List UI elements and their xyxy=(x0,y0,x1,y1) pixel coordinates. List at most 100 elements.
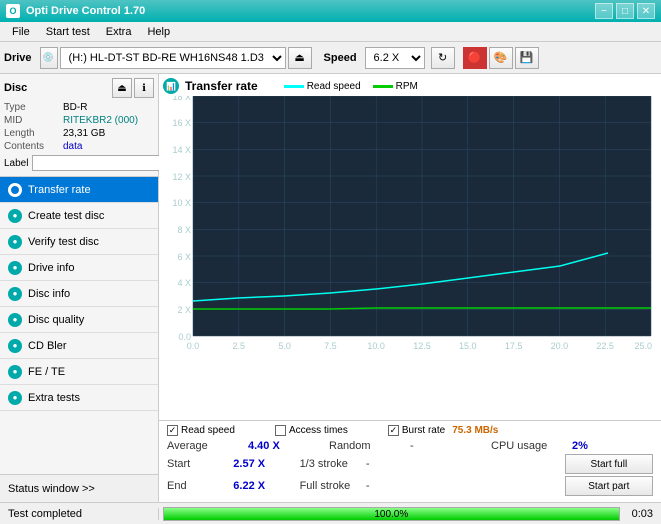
start-full-button[interactable]: Start full xyxy=(565,454,653,474)
disc-section: Disc ⏏ ℹ Type BD-R MID RITEKBR2 (000) xyxy=(0,74,158,177)
minimize-button[interactable]: − xyxy=(595,3,613,19)
read-speed-checkbox[interactable] xyxy=(167,425,178,436)
toolbar: Drive 💿 (H:) HL-DT-ST BD-RE WH16NS48 1.D… xyxy=(0,42,661,74)
disc-type-label: Type xyxy=(4,102,59,113)
nav-extra-tests[interactable]: ● Extra tests xyxy=(0,385,158,411)
stroke13-value: - xyxy=(366,458,432,470)
progress-container: 100.0% xyxy=(159,503,624,524)
nav-create-test-disc-label: Create test disc xyxy=(28,210,104,222)
fe-te-icon: ● xyxy=(8,365,22,379)
rpm-legend-color xyxy=(373,85,393,88)
create-test-disc-icon: ● xyxy=(8,209,22,223)
nav-cd-bler[interactable]: ● CD Bler xyxy=(0,333,158,359)
chart-title-icon: 📊 xyxy=(163,78,179,94)
burst-rate-value: 75.3 MB/s xyxy=(452,425,498,436)
svg-text:16 X: 16 X xyxy=(172,118,191,128)
disc-eject-button[interactable]: ⏏ xyxy=(112,78,132,98)
status-bar: Test completed 100.0% 0:03 xyxy=(0,502,661,524)
svg-text:7.5: 7.5 xyxy=(324,341,337,351)
refresh-button[interactable]: ↻ xyxy=(431,47,455,69)
menu-start-test[interactable]: Start test xyxy=(38,24,98,40)
menu-help[interactable]: Help xyxy=(139,24,178,40)
menu-extra[interactable]: Extra xyxy=(98,24,140,40)
full-stroke-label: Full stroke xyxy=(300,480,366,492)
chart-container: 📊 Transfer rate Read speed RPM xyxy=(159,74,661,420)
chart-legend: Read speed RPM xyxy=(284,81,418,92)
end-label: End xyxy=(167,480,233,492)
nav-fe-te[interactable]: ● FE / TE xyxy=(0,359,158,385)
nav-fe-te-label: FE / TE xyxy=(28,366,65,378)
speed-select[interactable]: 6.2 X xyxy=(365,47,425,69)
drive-info-icon: ● xyxy=(8,261,22,275)
svg-text:14 X: 14 X xyxy=(172,145,191,155)
settings-button[interactable]: 🔴 xyxy=(463,47,487,69)
svg-text:20.0: 20.0 xyxy=(551,341,569,351)
status-window-label: Status window >> xyxy=(8,483,95,495)
status-window-button[interactable]: Status window >> xyxy=(0,474,158,502)
chart-svg: 18 X 16 X 14 X 12 X 10 X 8 X 6 X 4 X 2 X… xyxy=(163,96,653,356)
left-panel: Disc ⏏ ℹ Type BD-R MID RITEKBR2 (000) xyxy=(0,74,159,502)
end-value: 6.22 X xyxy=(233,480,299,492)
svg-text:22.5: 22.5 xyxy=(596,341,614,351)
disc-contents-label: Contents xyxy=(4,141,59,152)
random-value: - xyxy=(410,440,491,452)
start-part-button[interactable]: Start part xyxy=(565,476,653,496)
verify-test-disc-icon: ● xyxy=(8,235,22,249)
stats-row-1: Start 2.57 X 1/3 stroke - Start full xyxy=(167,454,653,474)
disc-info-button[interactable]: ℹ xyxy=(134,78,154,98)
svg-text:6 X: 6 X xyxy=(177,252,191,262)
disc-contents-value: data xyxy=(63,141,82,152)
access-times-checkbox-group: Access times xyxy=(275,425,348,436)
disc-mid-value: RITEKBR2 (000) xyxy=(63,115,138,126)
eject-button[interactable]: ⏏ xyxy=(288,47,312,69)
nav-disc-info-label: Disc info xyxy=(28,288,70,300)
svg-text:2 X: 2 X xyxy=(177,305,191,315)
svg-text:8 X: 8 X xyxy=(177,225,191,235)
nav-verify-test-disc-label: Verify test disc xyxy=(28,236,99,248)
svg-text:12.5: 12.5 xyxy=(413,341,431,351)
burst-rate-checkbox-group: Burst rate 75.3 MB/s xyxy=(388,425,499,436)
stroke13-label: 1/3 stroke xyxy=(300,458,366,470)
theme-button[interactable]: 🎨 xyxy=(489,47,513,69)
speed-label: Speed xyxy=(324,52,357,64)
cd-bler-icon: ● xyxy=(8,339,22,353)
svg-text:25.0 GB: 25.0 GB xyxy=(634,341,653,351)
svg-text:12 X: 12 X xyxy=(172,172,191,182)
nav-create-test-disc[interactable]: ● Create test disc xyxy=(0,203,158,229)
extra-tests-icon: ● xyxy=(8,391,22,405)
disc-label-label: Label xyxy=(4,158,28,169)
drive-select[interactable]: (H:) HL-DT-ST BD-RE WH16NS48 1.D3 xyxy=(60,47,286,69)
stats-area: Read speed Access times Burst rate 75.3 … xyxy=(159,420,661,502)
burst-rate-checkbox[interactable] xyxy=(388,425,399,436)
cpu-value: 2% xyxy=(572,440,653,452)
save-button[interactable]: 💾 xyxy=(515,47,539,69)
disc-info-icon: ● xyxy=(8,287,22,301)
nav-disc-quality-label: Disc quality xyxy=(28,314,84,326)
svg-text:5.0: 5.0 xyxy=(278,341,291,351)
stats-row-2: End 6.22 X Full stroke - Start part xyxy=(167,476,653,496)
nav-verify-test-disc[interactable]: ● Verify test disc xyxy=(0,229,158,255)
close-button[interactable]: ✕ xyxy=(637,3,655,19)
menu-file[interactable]: File xyxy=(4,24,38,40)
nav-drive-info-label: Drive info xyxy=(28,262,74,274)
progress-text: 100.0% xyxy=(164,508,619,521)
nav-drive-info[interactable]: ● Drive info xyxy=(0,255,158,281)
nav-disc-quality[interactable]: ● Disc quality xyxy=(0,307,158,333)
rpm-legend-label: RPM xyxy=(396,81,418,92)
svg-text:15.0: 15.0 xyxy=(459,341,477,351)
title-bar: O Opti Drive Control 1.70 − □ ✕ xyxy=(0,0,661,22)
disc-mid-label: MID xyxy=(4,115,59,126)
start-value: 2.57 X xyxy=(233,458,299,470)
drive-label: Drive xyxy=(4,52,32,64)
disc-label-input[interactable] xyxy=(32,155,166,171)
read-speed-legend-color xyxy=(284,85,304,88)
nav-transfer-rate[interactable]: Transfer rate xyxy=(0,177,158,203)
nav-disc-info[interactable]: ● Disc info xyxy=(0,281,158,307)
random-label: Random xyxy=(329,440,410,452)
maximize-button[interactable]: □ xyxy=(616,3,634,19)
avg-label: Average xyxy=(167,440,248,452)
right-panel: 📊 Transfer rate Read speed RPM xyxy=(159,74,661,502)
transfer-rate-icon xyxy=(8,183,22,197)
nav-extra-tests-label: Extra tests xyxy=(28,392,80,404)
access-times-checkbox[interactable] xyxy=(275,425,286,436)
